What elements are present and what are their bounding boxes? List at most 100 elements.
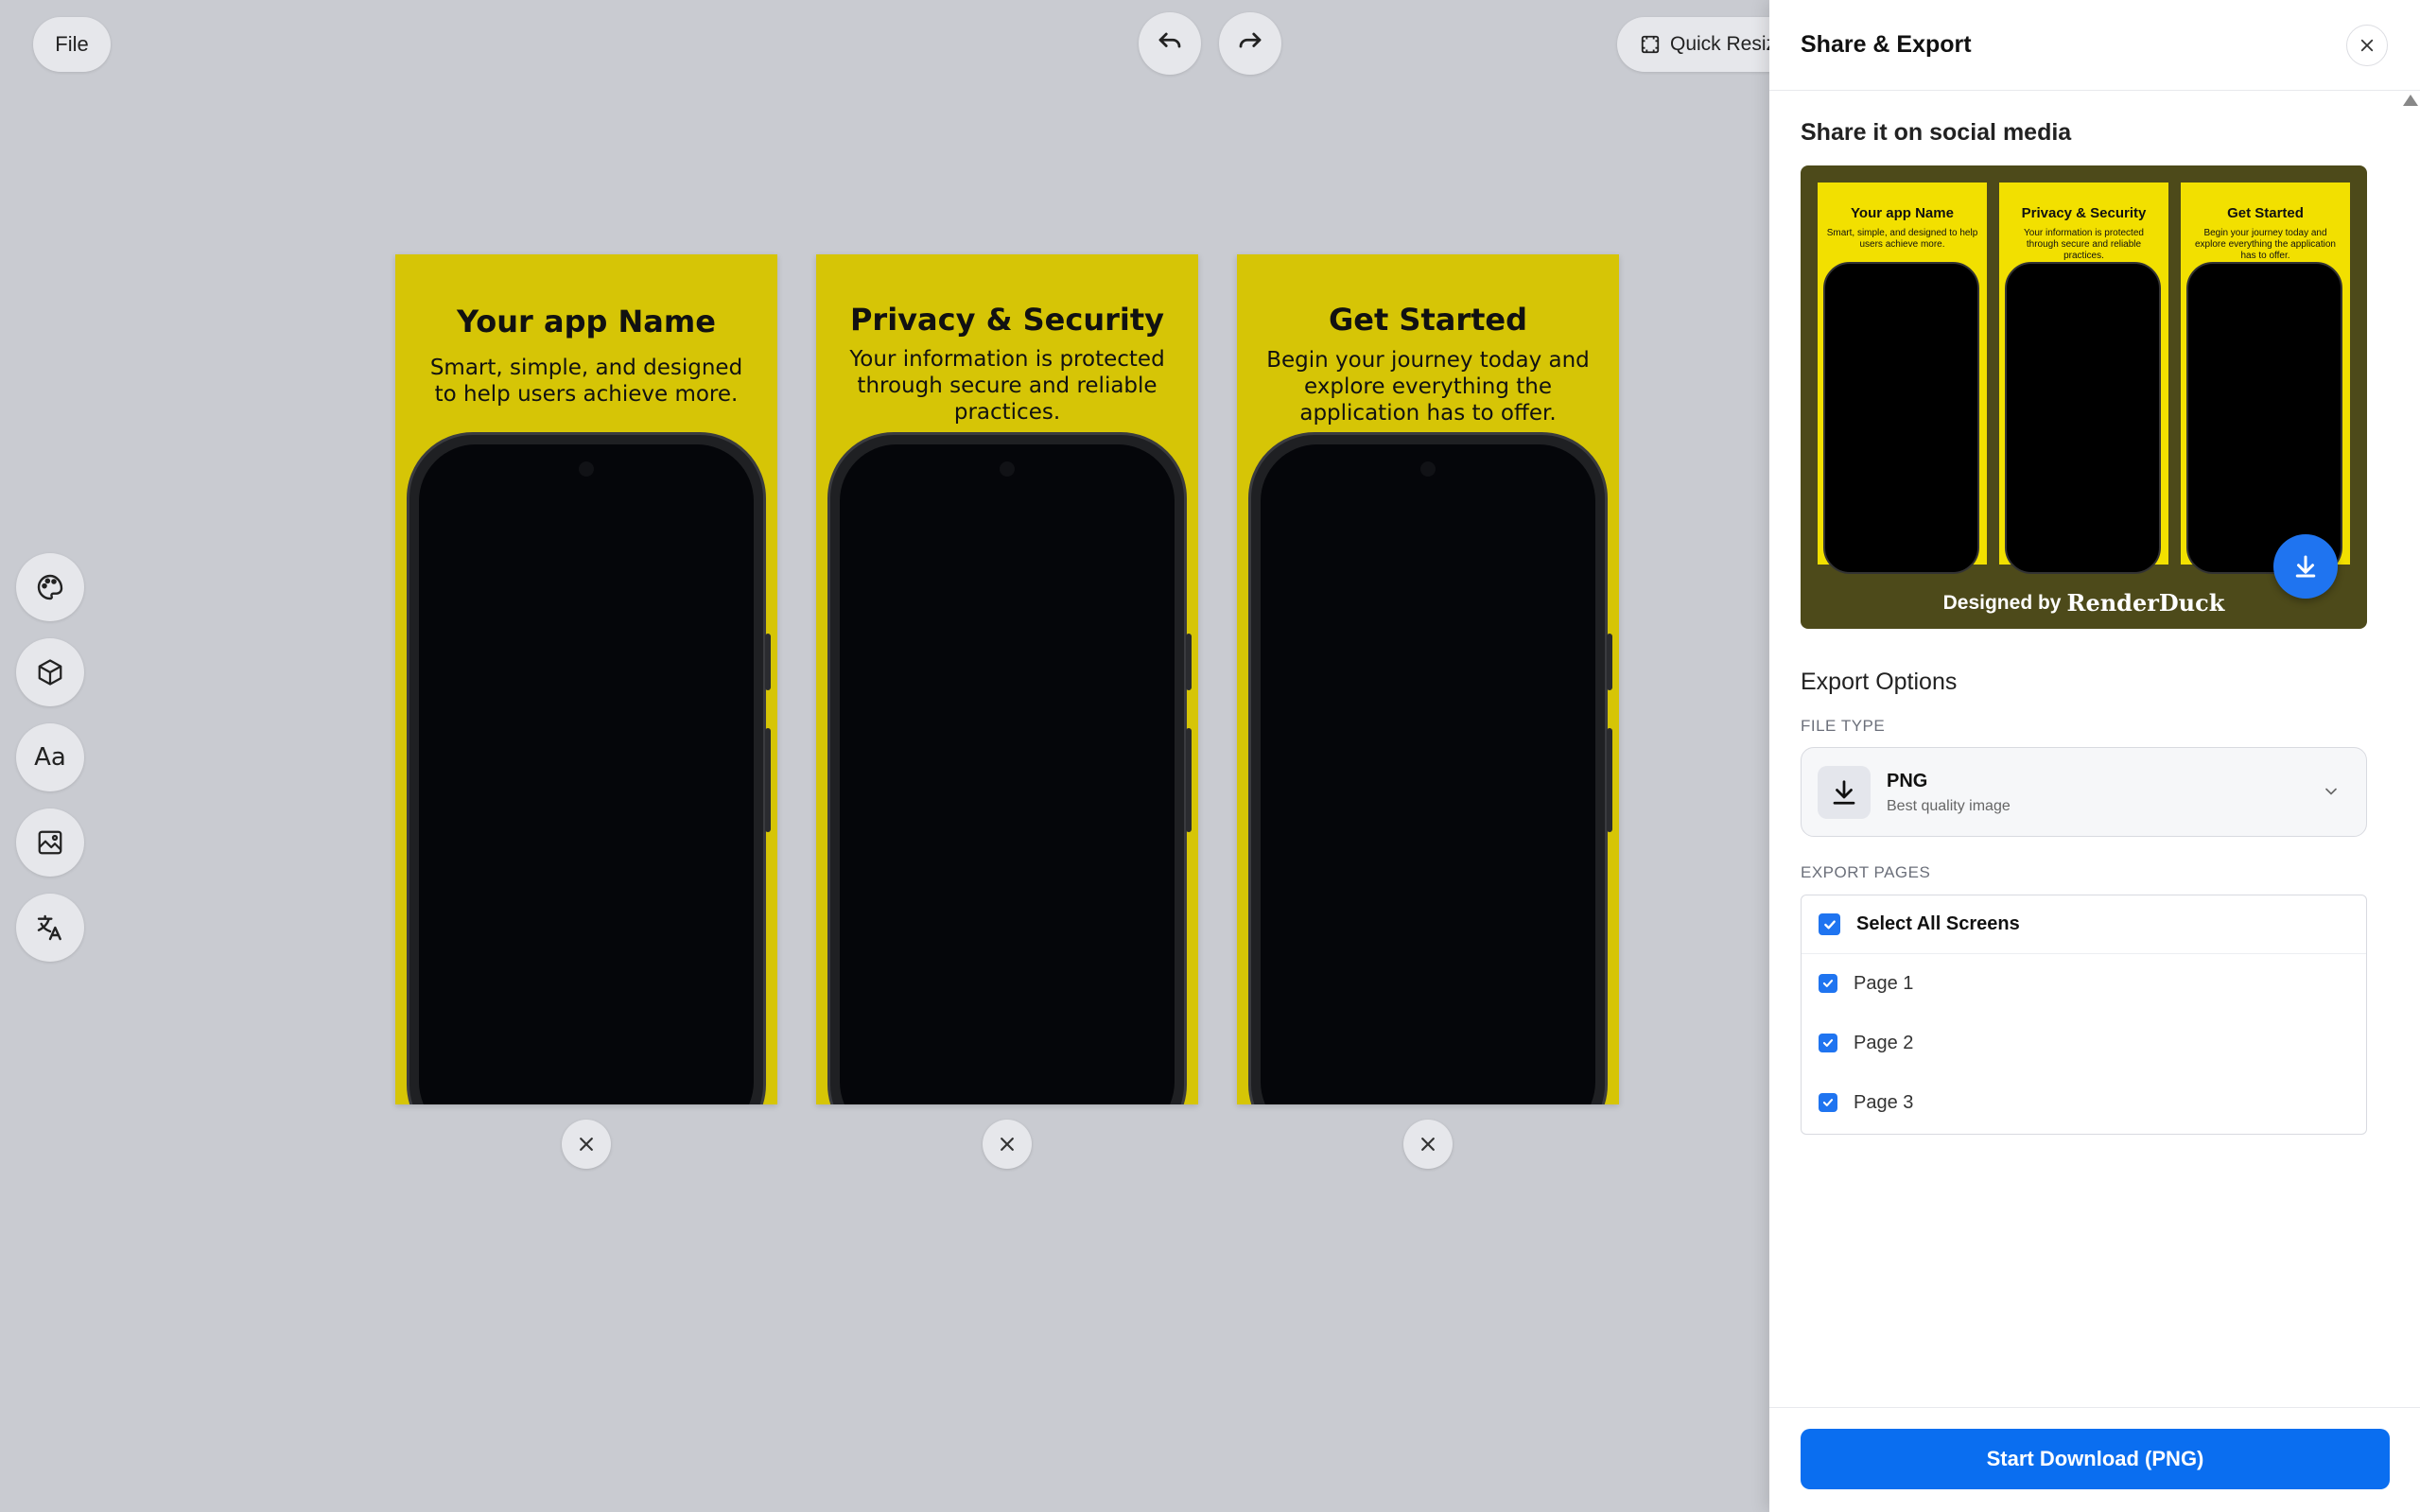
check-icon: [1822, 1039, 1834, 1047]
3d-tool-button[interactable]: [16, 638, 84, 706]
file-type-name: PNG: [1887, 771, 1928, 791]
screen-subtitle: Your information is protected through se…: [849, 347, 1165, 425]
screen-title: Get Started: [1328, 302, 1528, 338]
image-icon: [38, 830, 62, 855]
select-all-screens-row[interactable]: Select All Screens: [1802, 895, 2366, 954]
page-label: Page 1: [1854, 972, 1914, 994]
preview-screen-subtitle: Your information is protected through se…: [2024, 228, 2144, 261]
phone-side-button: [1186, 634, 1192, 690]
undo-icon: [1158, 32, 1181, 48]
screen-subtitle: Smart, simple, and designed to help user…: [429, 356, 743, 407]
translate-icon: [37, 914, 61, 941]
file-type-label: FILE TYPE: [1801, 717, 1886, 735]
redo-button[interactable]: [1219, 12, 1281, 75]
phone-camera: [579, 461, 594, 477]
palette-icon: [37, 574, 63, 600]
background-tool-button[interactable]: [16, 808, 84, 877]
undo-button[interactable]: [1139, 12, 1201, 75]
export-pages-list: Select All Screens Page 1 Page 2 Page 3: [1801, 895, 2367, 1135]
text-style-icon: Aa: [34, 743, 66, 772]
phone-side-button: [1607, 634, 1612, 690]
phone-screen: [419, 444, 754, 1104]
quick-resize-label: Quick Resiz: [1670, 33, 1777, 55]
screen-card-1[interactable]: Your app Name Smart, simple, and designe…: [395, 254, 777, 1104]
social-section-title: Share it on social media: [1801, 119, 2072, 146]
cube-icon: [38, 659, 62, 686]
checkbox-checked[interactable]: [1819, 974, 1837, 993]
preview-download-button[interactable]: [2273, 534, 2338, 599]
checkbox-checked[interactable]: [1819, 1034, 1837, 1052]
preview-screen-2: Privacy & Security Your information is p…: [1999, 182, 2168, 574]
page-row-3[interactable]: Page 3: [1802, 1073, 2366, 1132]
page-row-2[interactable]: Page 2: [1802, 1014, 2366, 1072]
quick-resize-button[interactable]: Quick Resiz: [1617, 17, 1787, 72]
social-preview-image: Your app Name Smart, simple, and designe…: [1801, 165, 2367, 629]
download-icon: [2295, 555, 2316, 578]
phone-mockup: [407, 432, 771, 1104]
theme-tool-button[interactable]: [16, 553, 84, 621]
share-export-panel: Share & Export Share it on social media …: [1769, 0, 2420, 1512]
phone-mockup: [827, 432, 1192, 1104]
phone-mockup: [1248, 432, 1612, 1104]
brand-logo: RenderDuck: [2066, 589, 2225, 617]
file-type-description: Best quality image: [1887, 798, 2011, 814]
preview-phone: [2005, 262, 2161, 574]
redo-icon: [1239, 32, 1262, 48]
screen-title: Your app Name: [457, 304, 716, 339]
file-menu-button[interactable]: File: [33, 17, 111, 72]
delete-screen-2-button[interactable]: [983, 1120, 1032, 1169]
panel-footer-divider: [1769, 1407, 2420, 1408]
resize-icon: [1641, 35, 1660, 54]
preview-phone: [2186, 262, 2342, 574]
panel-header: Share & Export: [1769, 0, 2420, 91]
file-type-select[interactable]: PNG Best quality image: [1801, 747, 2367, 837]
phone-side-button: [1186, 728, 1192, 832]
phone-side-button: [765, 728, 771, 832]
preview-screen-title: Your app Name: [1851, 205, 1954, 221]
preview-footer-prefix: Designed by: [1942, 591, 2062, 614]
close-icon: [580, 1138, 593, 1151]
phone-camera: [1000, 461, 1015, 477]
close-panel-button[interactable]: [2346, 25, 2388, 66]
select-all-label: Select All Screens: [1856, 913, 2020, 934]
check-icon: [1822, 980, 1834, 987]
close-icon: [1421, 1138, 1435, 1151]
delete-screen-3-button[interactable]: [1403, 1120, 1453, 1169]
close-icon: [1001, 1138, 1014, 1151]
preview-screen-title: Privacy & Security: [2021, 205, 2147, 221]
download-icon: [1833, 780, 1855, 805]
file-type-icon-box: [1818, 766, 1871, 819]
close-icon: [2360, 39, 2374, 52]
preview-screen-subtitle: Begin your journey today and explore eve…: [2195, 228, 2336, 261]
check-icon: [1823, 920, 1836, 929]
preview-screen-3: Get Started Begin your journey today and…: [2181, 182, 2350, 574]
screen-card-3[interactable]: Get Started Begin your journey today and…: [1237, 254, 1619, 1104]
screen-card-2[interactable]: Privacy & Security Your information is p…: [816, 254, 1198, 1104]
preview-phone: [1823, 262, 1979, 574]
chevron-down-icon: [2325, 788, 2337, 795]
delete-screen-1-button[interactable]: [562, 1120, 611, 1169]
export-options-title: Export Options: [1801, 669, 1958, 695]
phone-side-button: [765, 634, 771, 690]
phone-camera: [1420, 461, 1436, 477]
page-label: Page 2: [1854, 1032, 1914, 1053]
export-pages-label: EXPORT PAGES: [1801, 863, 1931, 881]
checkbox-checked[interactable]: [1819, 1093, 1837, 1112]
screen-title: Privacy & Security: [849, 302, 1165, 338]
phone-screen: [1261, 444, 1595, 1104]
page-label: Page 3: [1854, 1091, 1914, 1113]
panel-title: Share & Export: [1801, 31, 1972, 58]
preview-screen-title: Get Started: [2227, 205, 2304, 221]
preview-screen-subtitle: Smart, simple, and designed to help user…: [1826, 228, 1978, 250]
scroll-up-arrow[interactable]: [2403, 95, 2418, 106]
check-icon: [1822, 1099, 1834, 1106]
start-download-button[interactable]: Start Download (PNG): [1801, 1429, 2390, 1489]
page-row-1[interactable]: Page 1: [1802, 954, 2366, 1013]
phone-side-button: [1607, 728, 1612, 832]
screen-subtitle: Begin your journey today and explore eve…: [1266, 348, 1590, 426]
phone-screen: [840, 444, 1175, 1104]
text-tool-button[interactable]: Aa: [16, 723, 84, 791]
checkbox-checked[interactable]: [1819, 913, 1840, 935]
preview-screen-1: Your app Name Smart, simple, and designe…: [1818, 182, 1987, 574]
translate-tool-button[interactable]: [16, 894, 84, 962]
